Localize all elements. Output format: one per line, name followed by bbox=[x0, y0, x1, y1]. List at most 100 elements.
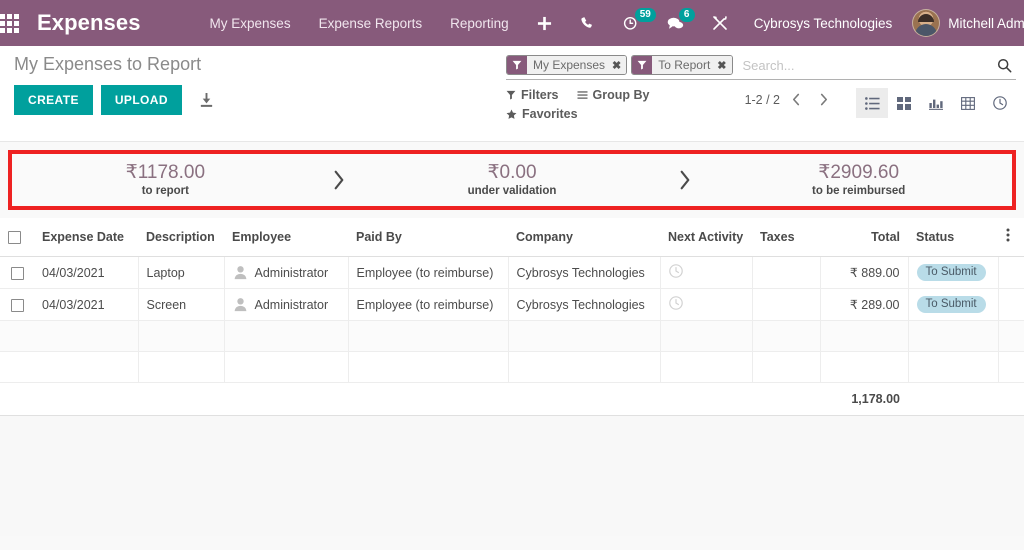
footer-total: 1,178.00 bbox=[820, 382, 908, 416]
cell-total: ₹ 289.00 bbox=[820, 288, 909, 321]
top-navbar: Expenses My Expenses Expense Reports Rep… bbox=[0, 0, 1024, 46]
favorites-dropdown[interactable]: Favorites bbox=[506, 107, 578, 121]
expense-table: Expense Date Description Employee Paid B… bbox=[0, 218, 1024, 416]
cell-taxes bbox=[752, 288, 821, 321]
apps-grid-icon[interactable] bbox=[0, 0, 19, 46]
main-menu: My Expenses Expense Reports Reporting bbox=[196, 10, 523, 37]
pager-next-button[interactable] bbox=[813, 91, 834, 108]
import-download-icon[interactable] bbox=[198, 92, 215, 109]
group-by-dropdown[interactable]: Group By bbox=[577, 88, 649, 102]
table-body: 04/03/2021 Laptop Administrator Employee… bbox=[0, 256, 1024, 383]
kanban-view-icon[interactable] bbox=[888, 88, 920, 118]
search-facet-label: To Report bbox=[652, 56, 716, 74]
control-panel: My Expenses to Report CREATE UPLOAD My E… bbox=[0, 46, 1024, 142]
table-empty-row bbox=[0, 320, 1024, 352]
menu-item-expense-reports[interactable]: Expense Reports bbox=[305, 10, 437, 37]
plus-icon[interactable] bbox=[523, 0, 566, 46]
cell-total: ₹ 889.00 bbox=[820, 256, 909, 289]
clock-activity-view-icon bbox=[668, 296, 683, 310]
graph-bar-view-icon[interactable] bbox=[920, 88, 952, 118]
page-title: My Expenses to Report bbox=[14, 54, 202, 74]
cell-paid-by: Employee (to reimburse) bbox=[348, 288, 509, 321]
star-favorites-icon bbox=[506, 109, 517, 119]
cell-next-activity bbox=[660, 256, 753, 289]
chevron-right-icon bbox=[319, 169, 359, 191]
cell-company: Cybrosys Technologies bbox=[508, 256, 661, 289]
search-input[interactable] bbox=[736, 57, 991, 73]
table-header: Expense Date Description Employee Paid B… bbox=[0, 218, 1024, 257]
tools-wrench-icon[interactable] bbox=[698, 0, 742, 46]
create-button[interactable]: CREATE bbox=[14, 85, 93, 115]
search-magnifier-icon[interactable] bbox=[991, 58, 1016, 73]
page-background bbox=[0, 416, 1024, 536]
user-menu[interactable]: Mitchell Admin bbox=[904, 9, 1024, 37]
cell-employee: Administrator bbox=[224, 288, 349, 321]
expense-stats-bar: ₹1178.00 to report ₹0.00 under validatio… bbox=[12, 154, 1012, 206]
pivot-table-view-icon[interactable] bbox=[952, 88, 984, 118]
row-checkbox[interactable] bbox=[0, 288, 34, 321]
stat-under-validation[interactable]: ₹0.00 under validation bbox=[359, 161, 666, 198]
close-icon[interactable]: ✖ bbox=[610, 56, 627, 74]
status-badge: To Submit bbox=[916, 264, 986, 281]
action-buttons: CREATE UPLOAD bbox=[14, 85, 215, 115]
control-panel-right: My Expenses ✖ To Report ✖ Filters bbox=[506, 54, 1016, 130]
pager-previous-button[interactable] bbox=[786, 91, 807, 108]
stat-value: ₹2909.60 bbox=[818, 161, 900, 183]
phone-icon[interactable] bbox=[566, 0, 609, 46]
table-row[interactable]: 04/03/2021 Laptop Administrator Employee… bbox=[0, 256, 1024, 289]
chat-messages-icon[interactable]: 6 bbox=[653, 0, 698, 46]
chevron-right-icon bbox=[665, 169, 705, 191]
upload-button[interactable]: UPLOAD bbox=[100, 85, 182, 115]
filter-menus: Filters Group By Favorites bbox=[506, 88, 716, 126]
stat-label: to report bbox=[141, 185, 189, 198]
search-facet-to-report[interactable]: To Report ✖ bbox=[631, 55, 733, 75]
cell-description: Screen bbox=[138, 288, 225, 321]
stat-label: under validation bbox=[467, 185, 557, 198]
filters-dropdown[interactable]: Filters bbox=[506, 88, 559, 102]
stat-to-report[interactable]: ₹1178.00 to report bbox=[12, 161, 319, 198]
user-name-label: Mitchell Admin bbox=[948, 15, 1024, 31]
avatar bbox=[912, 9, 941, 37]
column-employee[interactable]: Employee bbox=[224, 218, 348, 257]
search-facet-my-expenses[interactable]: My Expenses ✖ bbox=[506, 55, 628, 75]
search-bar: My Expenses ✖ To Report ✖ bbox=[506, 54, 1016, 80]
row-checkbox[interactable] bbox=[0, 256, 34, 289]
column-status[interactable]: Status bbox=[908, 218, 998, 257]
search-facet-label: My Expenses bbox=[527, 56, 611, 74]
stat-value: ₹1178.00 bbox=[125, 161, 206, 183]
close-icon[interactable]: ✖ bbox=[715, 56, 732, 74]
menu-item-reporting[interactable]: Reporting bbox=[436, 10, 523, 37]
column-paid-by[interactable]: Paid By bbox=[348, 218, 508, 257]
clock-activity-view-icon bbox=[668, 264, 683, 278]
stat-to-be-reimbursed[interactable]: ₹2909.60 to be reimbursed bbox=[705, 161, 1012, 198]
stat-value: ₹0.00 bbox=[487, 161, 537, 183]
app-brand-title[interactable]: Expenses bbox=[37, 10, 141, 36]
cell-company: Cybrosys Technologies bbox=[508, 288, 661, 321]
table-empty-row bbox=[0, 351, 1024, 383]
company-selector[interactable]: Cybrosys Technologies bbox=[742, 16, 905, 31]
cell-employee-label: Administrator bbox=[254, 297, 329, 312]
expense-list-view: Expense Date Description Employee Paid B… bbox=[0, 218, 1024, 416]
vertical-dots-icon[interactable] bbox=[998, 218, 1024, 257]
column-taxes[interactable]: Taxes bbox=[752, 218, 820, 257]
column-next-activity[interactable]: Next Activity bbox=[660, 218, 752, 257]
column-expense-date[interactable]: Expense Date bbox=[34, 218, 138, 257]
clock-activity-view-icon[interactable] bbox=[984, 88, 1016, 118]
filter-funnel-icon bbox=[506, 90, 516, 100]
table-row[interactable]: 04/03/2021 Screen Administrator Employee… bbox=[0, 288, 1024, 321]
column-company[interactable]: Company bbox=[508, 218, 660, 257]
column-total[interactable]: Total bbox=[820, 218, 908, 257]
clock-activity-icon[interactable]: 59 bbox=[609, 0, 656, 46]
favorites-label: Favorites bbox=[522, 107, 578, 121]
menu-item-my-expenses[interactable]: My Expenses bbox=[196, 10, 305, 37]
cell-next-activity bbox=[660, 288, 753, 321]
cell-employee-label: Administrator bbox=[254, 265, 329, 280]
select-all-checkbox[interactable] bbox=[0, 218, 34, 257]
list-view-icon[interactable] bbox=[856, 88, 888, 118]
expense-stats-highlight: ₹1178.00 to report ₹0.00 under validatio… bbox=[8, 150, 1016, 210]
table-header-row: Expense Date Description Employee Paid B… bbox=[0, 218, 1024, 257]
employee-avatar-icon bbox=[234, 298, 246, 312]
column-description[interactable]: Description bbox=[138, 218, 224, 257]
cell-taxes bbox=[752, 256, 821, 289]
table-footer: 1,178.00 bbox=[0, 382, 1024, 416]
